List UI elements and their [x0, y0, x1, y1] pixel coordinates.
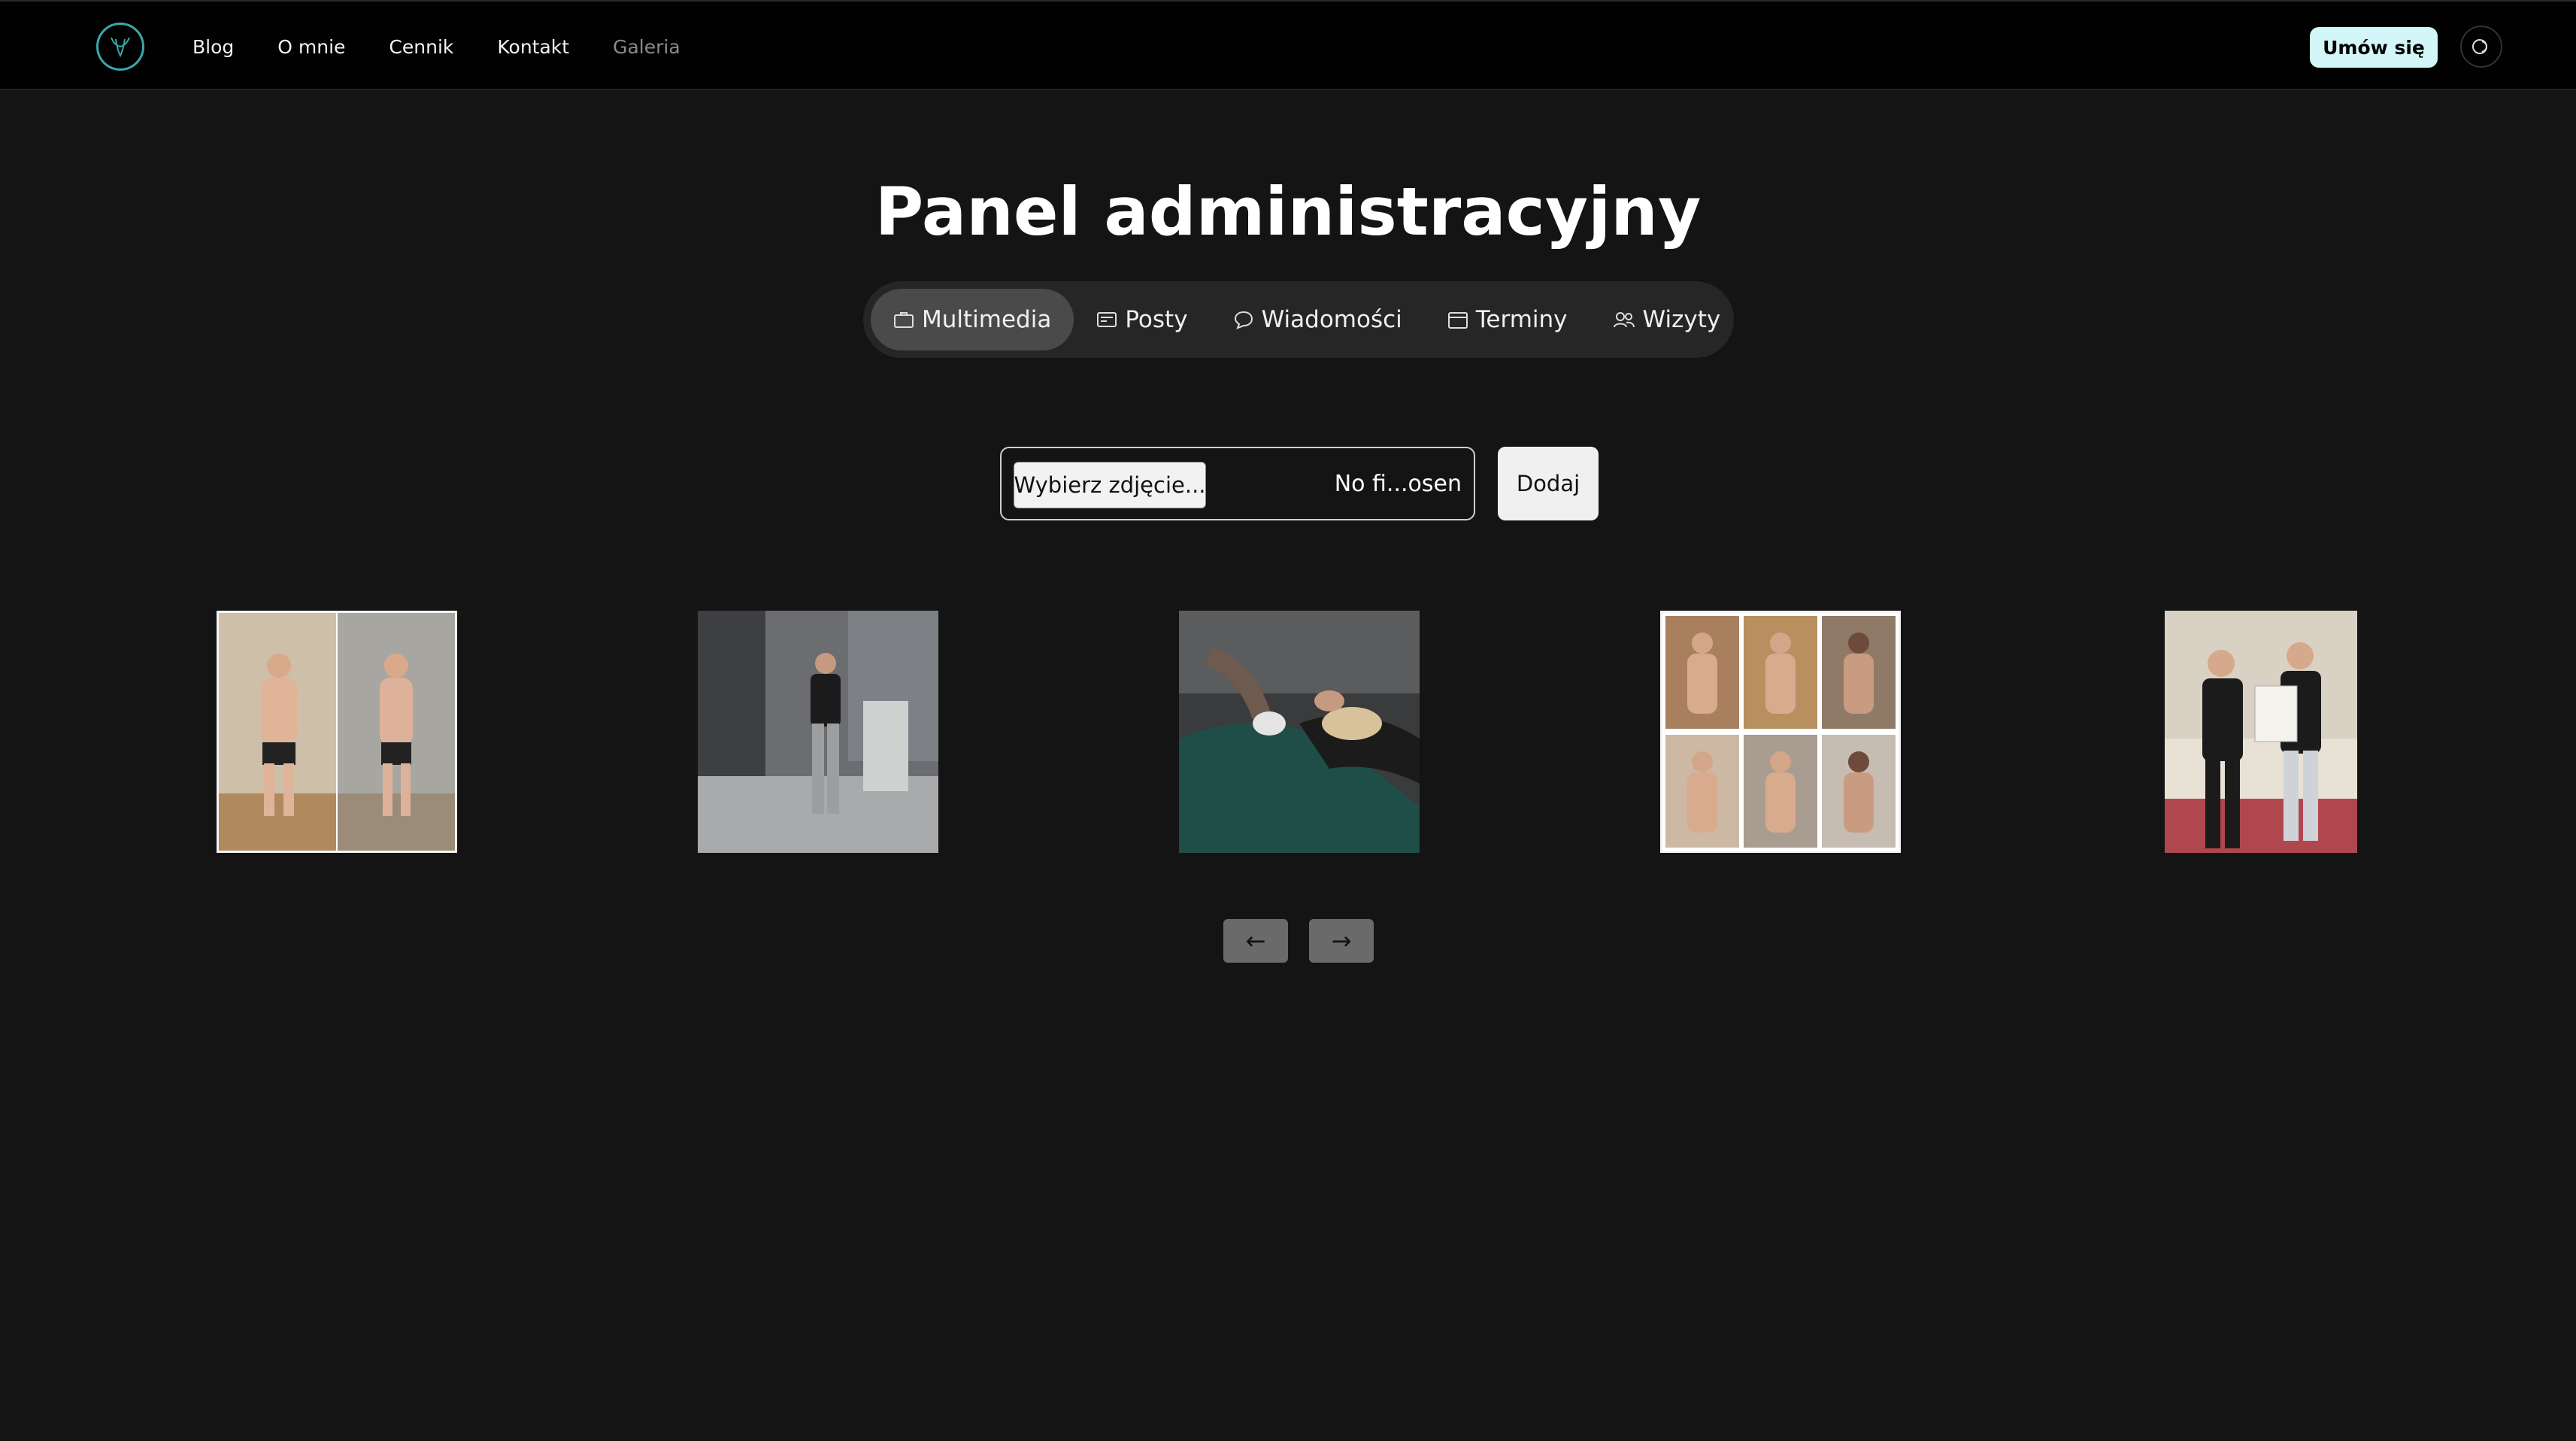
- nav-link-blog[interactable]: Blog: [192, 36, 234, 58]
- tab-label: Terminy: [1475, 306, 1568, 333]
- users-icon: [1613, 312, 1635, 328]
- page-title: Panel administracyjny: [874, 173, 1702, 250]
- prev-page-button[interactable]: ←: [1223, 919, 1288, 963]
- choose-file-button[interactable]: Wybierz zdjęcie...: [1014, 462, 1206, 508]
- deer-head-logo-icon[interactable]: [96, 23, 144, 71]
- theme-toggle-icon: [2472, 39, 2488, 54]
- nav-link-gallery[interactable]: Galeria: [613, 36, 680, 58]
- calendar-icon: [1447, 312, 1468, 329]
- admin-tabs: Multimedia Posty Wiadomości Terminy Wizy…: [863, 281, 1734, 358]
- tab-label: Wizyty: [1642, 306, 1721, 333]
- tab-label: Wiadomości: [1261, 306, 1402, 333]
- tab-label: Posty: [1125, 306, 1188, 333]
- theme-toggle-button[interactable]: [2460, 26, 2502, 68]
- book-appointment-button[interactable]: Umów się: [2310, 27, 2438, 68]
- chat-bubble-icon: [1234, 311, 1253, 329]
- file-upload-field[interactable]: Wybierz zdjęcie... No fi...osen: [1000, 447, 1475, 520]
- newspaper-icon: [1097, 312, 1117, 327]
- gallery-image[interactable]: [1179, 611, 1420, 853]
- tab-visits[interactable]: Wizyty: [1590, 289, 1744, 350]
- gallery-image[interactable]: [1660, 611, 1901, 853]
- nav-link-contact[interactable]: Kontakt: [497, 36, 569, 58]
- tab-posts[interactable]: Posty: [1074, 289, 1210, 350]
- gallery-image[interactable]: [217, 611, 457, 853]
- nav-links: Blog O mnie Cennik Kontakt Galeria: [192, 2, 724, 92]
- gallery-image[interactable]: [698, 611, 938, 853]
- tab-multimedia[interactable]: Multimedia: [871, 289, 1074, 350]
- tab-dates[interactable]: Terminy: [1425, 289, 1590, 350]
- tab-label: Multimedia: [922, 306, 1052, 333]
- nav-link-pricing[interactable]: Cennik: [389, 36, 453, 58]
- briefcase-icon: [894, 312, 914, 328]
- top-navbar: Blog O mnie Cennik Kontakt Galeria Umów …: [0, 0, 2576, 90]
- tab-messages[interactable]: Wiadomości: [1211, 289, 1425, 350]
- add-button[interactable]: Dodaj: [1498, 447, 1599, 520]
- file-status-text: No fi...osen: [1334, 470, 1462, 497]
- nav-link-about[interactable]: O mnie: [277, 36, 345, 58]
- gallery-image[interactable]: [2165, 611, 2357, 853]
- next-page-button[interactable]: →: [1309, 919, 1374, 963]
